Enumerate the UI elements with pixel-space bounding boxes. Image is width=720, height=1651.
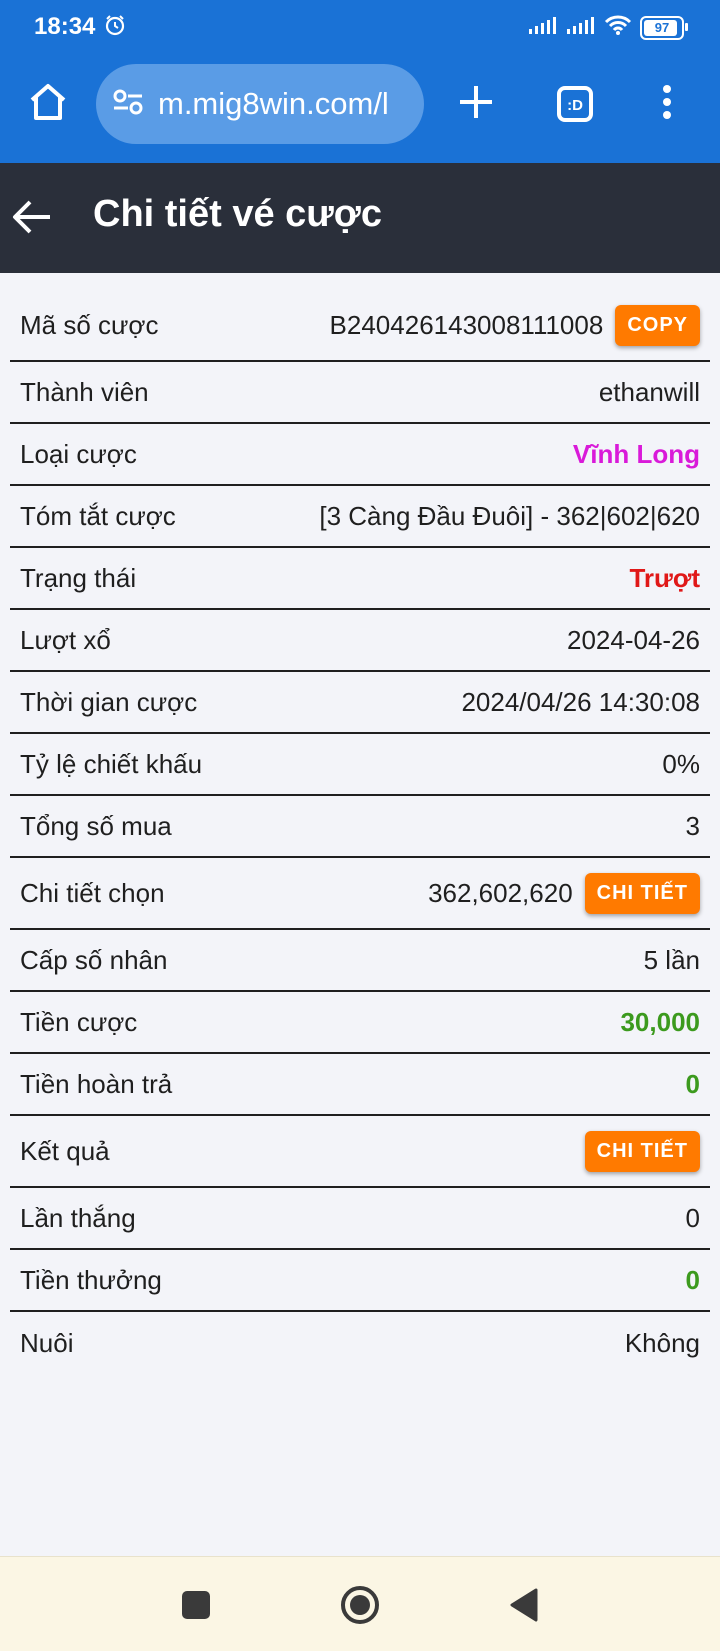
row-wins: Lần thắng 0 — [10, 1188, 710, 1250]
browser-toolbar: m.mig8win.com/l :D — [0, 56, 720, 163]
recents-button[interactable] — [182, 1591, 210, 1619]
row-bet-type: Loại cược Vĩnh Long — [10, 424, 710, 486]
value-result: CHI TIẾT — [584, 1130, 700, 1172]
row-bet-id: Mã số cược B240426143008111008 COPY — [10, 290, 710, 362]
label-selection: Chi tiết chọn — [20, 877, 165, 908]
label-multiplier: Cấp số nhân — [20, 944, 168, 975]
signal-icon-2 — [566, 15, 596, 40]
value-discount: 0% — [662, 748, 700, 779]
site-settings-icon[interactable] — [112, 88, 144, 121]
alarm-icon — [104, 14, 126, 41]
copy-button[interactable]: COPY — [615, 304, 700, 346]
signal-icon — [528, 15, 558, 40]
tab-switcher-icon[interactable]: :D — [557, 86, 593, 127]
value-stake: 30,000 — [620, 1006, 700, 1037]
label-bet-time: Thời gian cược — [20, 686, 198, 717]
row-total-buy: Tổng số mua 3 — [10, 796, 710, 858]
row-summary: Tóm tắt cược [3 Càng Đầu Đuôi] - 362|602… — [10, 486, 710, 548]
more-menu-icon[interactable] — [661, 84, 673, 125]
row-refund: Tiền hoàn trả 0 — [10, 1054, 710, 1116]
label-stake: Tiền cược — [20, 1006, 138, 1037]
label-result: Kết quả — [20, 1135, 110, 1166]
selection-detail-button[interactable]: CHI TIẾT — [584, 872, 700, 914]
status-bar: 18:34 97 — [0, 0, 720, 56]
value-refund: 0 — [685, 1068, 700, 1099]
row-status: Trạng thái Trượt — [10, 548, 710, 610]
status-time: 18:34 — [34, 13, 96, 40]
battery-icon: 97 — [640, 15, 688, 40]
value-summary: [3 Càng Đầu Đuôi] - 362|602|620 — [319, 500, 700, 531]
wifi-icon — [604, 14, 632, 41]
row-selection: Chi tiết chọn 362,602,620 CHI TIẾT — [10, 858, 710, 930]
label-wins: Lần thắng — [20, 1202, 136, 1233]
value-nurture: Không — [624, 1327, 700, 1358]
label-nurture: Nuôi — [20, 1327, 74, 1358]
row-discount: Tỷ lệ chiết khấu 0% — [10, 734, 710, 796]
row-draw: Lượt xổ 2024-04-26 — [10, 610, 710, 672]
page-header: Chi tiết vé cược — [0, 163, 720, 273]
row-stake: Tiền cược 30,000 — [10, 992, 710, 1054]
address-bar[interactable]: m.mig8win.com/l — [96, 64, 424, 144]
value-member: ethanwill — [598, 376, 700, 407]
value-bet-time: 2024/04/26 14:30:08 — [461, 686, 700, 717]
selection-numbers: 362,602,620 — [428, 877, 573, 908]
back-button[interactable] — [508, 1587, 540, 1628]
label-bet-type: Loại cược — [20, 438, 137, 469]
row-member: Thành viên ethanwill — [10, 362, 710, 424]
value-draw: 2024-04-26 — [567, 624, 700, 655]
label-member: Thành viên — [20, 376, 149, 407]
label-refund: Tiền hoàn trả — [20, 1068, 173, 1099]
home-icon[interactable] — [26, 80, 70, 129]
row-nurture: Nuôi Không — [10, 1312, 710, 1374]
label-draw: Lượt xổ — [20, 624, 111, 655]
value-bet-id: B240426143008111008 COPY — [329, 304, 700, 346]
row-bet-time: Thời gian cược 2024/04/26 14:30:08 — [10, 672, 710, 734]
label-discount: Tỷ lệ chiết khấu — [20, 748, 203, 779]
value-prize: 0 — [685, 1264, 700, 1295]
status-badge: Trượt — [629, 562, 700, 593]
label-bet-id: Mã số cược — [20, 309, 159, 340]
value-selection: 362,602,620 CHI TIẾT — [428, 872, 700, 914]
home-button[interactable] — [340, 1585, 380, 1630]
label-status: Trạng thái — [20, 562, 137, 593]
label-summary: Tóm tắt cược — [20, 500, 176, 531]
result-detail-button[interactable]: CHI TIẾT — [584, 1130, 700, 1172]
value-wins: 0 — [685, 1202, 700, 1233]
bet-id-text: B240426143008111008 — [329, 309, 604, 340]
bet-detail-list: Mã số cược B240426143008111008 COPY Thàn… — [10, 290, 710, 1374]
label-total-buy: Tổng số mua — [20, 810, 172, 841]
system-nav-bar — [0, 1556, 720, 1651]
row-result: Kết quả CHI TIẾT — [10, 1116, 710, 1188]
url-text: m.mig8win.com/l — [158, 86, 389, 121]
label-prize: Tiền thưởng — [20, 1264, 162, 1295]
value-bet-type: Vĩnh Long — [572, 438, 700, 469]
back-arrow-icon[interactable] — [10, 195, 54, 244]
row-prize: Tiền thưởng 0 — [10, 1250, 710, 1312]
row-multiplier: Cấp số nhân 5 lần — [10, 930, 710, 992]
svg-text::D: :D — [567, 97, 583, 114]
new-tab-icon[interactable] — [456, 82, 496, 127]
value-total-buy: 3 — [685, 810, 700, 841]
page-title: Chi tiết vé cược — [93, 193, 382, 235]
value-multiplier: 5 lần — [643, 944, 700, 975]
